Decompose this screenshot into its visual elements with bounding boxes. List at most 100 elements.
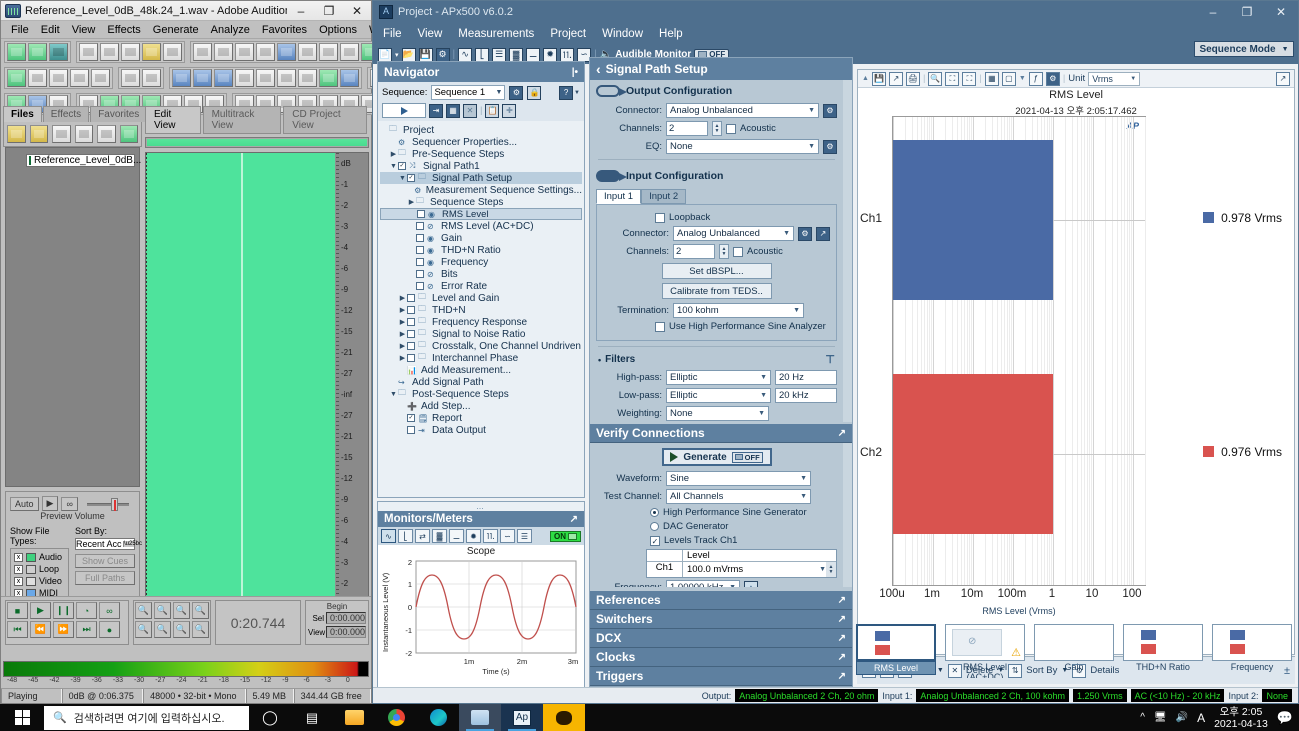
chevron-down-icon[interactable]: ▼ xyxy=(760,392,767,399)
tree-item-signal-path-setup[interactable]: ▼ ✓ 🗀 Signal Path Setup xyxy=(380,172,582,184)
file-explorer-icon[interactable] xyxy=(333,704,375,731)
sel-view-panel[interactable]: Begin Sel 0:00.000 View 0:00.000 xyxy=(305,600,369,645)
weighting-select[interactable]: None ▼ xyxy=(666,406,769,421)
toolbar-group-panels[interactable] xyxy=(169,67,362,89)
save-all-icon[interactable] xyxy=(163,43,182,61)
tree-item-rms-level[interactable]: ◉ RMS Level xyxy=(380,208,582,220)
multi-meter-icon[interactable]: ⒒ xyxy=(560,47,575,62)
monitors-meters-panel[interactable]: … Monitors/Meters ↗ ∿ ⎣ ⇄ ▓ ⚊ ✹ ⒒ ∽ ☰ ON xyxy=(377,501,585,690)
full-paths-button[interactable]: Full Paths xyxy=(75,571,135,585)
test-channel-select[interactable]: All Channels ▼ xyxy=(666,489,811,504)
ime-icon[interactable]: A xyxy=(1197,711,1205,725)
apx-menu-help[interactable]: Help xyxy=(659,28,683,40)
new-project-icon[interactable]: 📄 xyxy=(378,47,392,62)
undo-icon[interactable] xyxy=(193,43,212,61)
panel-popout-icon[interactable]: ↗ xyxy=(838,633,846,644)
multi-monitor-icon[interactable]: ⒒ xyxy=(483,529,498,543)
view-tabs[interactable]: Edit View Multitrack View CD Project View xyxy=(145,106,369,134)
fft-monitor-icon[interactable]: ▓ xyxy=(509,47,524,62)
monitors-on-toggle[interactable]: ON xyxy=(550,530,581,542)
bluetooth-monitor-icon[interactable]: ✹ xyxy=(466,529,481,543)
menu-item-view[interactable]: View xyxy=(66,23,102,37)
bar-meter-icon[interactable]: ☰ xyxy=(492,47,507,62)
hp-sine-generator-radio[interactable] xyxy=(650,508,659,517)
panel-tab-files[interactable]: Files xyxy=(3,106,42,122)
level-monitor-icon[interactable]: ⎣ xyxy=(398,529,413,543)
tree-checkbox[interactable]: ✓ xyxy=(407,414,415,422)
tree-checkbox[interactable] xyxy=(416,282,424,290)
file-type-video[interactable]: x Video xyxy=(14,576,65,586)
scissors-icon[interactable] xyxy=(298,43,317,61)
transport-buttons[interactable]: ■ ▶ ❙❙ ◔ ∞ ⏮ ⏪ ⏩ ⏭ ● xyxy=(5,600,129,645)
file-info-button[interactable] xyxy=(97,125,116,143)
run-sequence-button[interactable] xyxy=(382,103,426,118)
redo-icon[interactable] xyxy=(214,43,233,61)
paste-icon[interactable] xyxy=(340,43,359,61)
tree-item-post-sequence-steps[interactable]: ▼ 🗀 Post-Sequence Steps xyxy=(380,388,582,400)
scope-monitor-icon[interactable]: ∿ xyxy=(381,529,396,543)
measurement-thumbnail[interactable] xyxy=(1123,624,1203,661)
tree-checkbox[interactable] xyxy=(407,294,415,302)
bar-ch1[interactable] xyxy=(893,140,1053,300)
stop-icon[interactable]: ✕ xyxy=(463,103,477,118)
measurement-thumbnails[interactable]: RMS Level ⊘ ⚠ RMS Level (AC+DC) Gain THD+N Ra… xyxy=(856,624,1296,678)
panel-tab-effects[interactable]: Effects xyxy=(42,106,90,122)
menu-item-generate[interactable]: Generate xyxy=(147,23,205,37)
limits-icon[interactable]: ƒ xyxy=(1028,71,1043,86)
panel-popout-icon[interactable]: ↗ xyxy=(838,614,846,625)
play-to-end-button[interactable]: ◔ xyxy=(76,602,97,619)
chevron-down-icon[interactable]: ▼ xyxy=(783,230,790,237)
clock[interactable]: 오후 2:05 2021-04-13 xyxy=(1214,706,1268,730)
apx-close-button[interactable]: ✕ xyxy=(1264,1,1298,23)
panel-popout-icon[interactable]: ↗ xyxy=(838,652,846,663)
result-pane[interactable]: ▲ 💾 ↗ 🖨 | 🔍 ⛶ ⛶ | ▦ ▢ ▼ ƒ ⚙ | Unit Vrms … xyxy=(857,69,1295,655)
sequence-lock-icon[interactable]: 🔒 xyxy=(527,85,542,100)
panel-1-icon[interactable] xyxy=(172,69,191,87)
file-type-audio[interactable]: x Audio xyxy=(14,552,65,562)
scope-icon[interactable]: ⚊ xyxy=(526,47,541,62)
apx-menu-bar[interactable]: File View Measurements Project Window Help xyxy=(373,23,1298,45)
result-toolbar[interactable]: ▲ 💾 ↗ 🖨 | 🔍 ⛶ ⛶ | ▦ ▢ ▼ ƒ ⚙ | Unit Vrms … xyxy=(858,70,1294,88)
zoom-out-vertical-icon[interactable]: 🔍 xyxy=(154,621,171,638)
back-icon[interactable]: ‹ xyxy=(596,61,601,77)
collapsed-panel-dcx[interactable]: DCX ↗ xyxy=(590,629,852,648)
level-meter[interactable] xyxy=(3,661,369,677)
close-file-button[interactable] xyxy=(29,125,48,143)
panel-tab-favorites[interactable]: Favorites xyxy=(90,106,148,122)
panel-popout-icon[interactable]: ↗ xyxy=(838,595,846,606)
audition-icon[interactable] xyxy=(459,704,501,731)
auto-play-button[interactable]: Auto xyxy=(10,496,39,511)
output-connector-select[interactable]: Analog Unbalanced ▼ xyxy=(666,103,819,118)
signal-monitor-icon[interactable]: ∿ xyxy=(458,47,473,62)
input-connector-select[interactable]: Analog Unbalanced ▼ xyxy=(673,226,794,241)
navigator-panel[interactable]: Navigator |• Sequence: Sequence 1 ▼ ⚙ 🔒 … xyxy=(377,61,585,498)
list-monitor-icon[interactable]: ☰ xyxy=(517,529,532,543)
pause-button[interactable]: ❙❙ xyxy=(53,602,74,619)
measurement-tab-thd-n-ratio[interactable]: THD+N Ratio xyxy=(1123,624,1203,678)
output-eq-select[interactable]: None ▼ xyxy=(666,139,819,154)
rewind-start-button[interactable]: ⏮ xyxy=(7,621,28,638)
bar-monitor-icon[interactable]: ⚊ xyxy=(449,529,464,543)
trim-icon[interactable] xyxy=(319,43,338,61)
input-tab-1[interactable]: Input 1 xyxy=(596,189,642,204)
apx-maximize-button[interactable]: ❐ xyxy=(1230,1,1264,23)
apx500-window[interactable]: Project - APx500 v6.0.2 – ❐ ✕ File View Me… xyxy=(372,0,1299,704)
save-file-icon[interactable] xyxy=(121,43,140,61)
audition-window-controls[interactable]: – ❐ ✕ xyxy=(287,1,371,20)
waveform-monitor-icon[interactable]: ∽ xyxy=(500,529,515,543)
save-project-icon[interactable]: 💾 xyxy=(418,47,433,62)
menu-item-file[interactable]: File xyxy=(5,23,35,37)
settings-icon[interactable]: ⚙ xyxy=(1045,71,1060,86)
checkbox[interactable]: x xyxy=(14,564,23,574)
insert-multitrack-button[interactable] xyxy=(52,125,71,143)
output-eq-settings-icon[interactable]: ⚙ xyxy=(823,139,837,154)
audition-minimize-button[interactable]: – xyxy=(287,1,315,20)
tree-arrow-icon[interactable]: ▼ xyxy=(389,391,398,398)
pan-display-icon[interactable] xyxy=(70,69,89,87)
tree-item-crosstalk-one-channel-undriven[interactable]: ▶ 🗀 Crosstalk, One Channel Undriven xyxy=(380,340,582,352)
chevron-down-icon[interactable]: ▼ xyxy=(574,90,580,96)
tree-checkbox[interactable] xyxy=(416,234,424,242)
cortana-icon[interactable]: ◯ xyxy=(249,704,291,731)
measurement-thumbnail[interactable] xyxy=(1212,624,1292,661)
waveform-display[interactable]: dB -1 -2 -3 -4 -6 -9 -12 -15 -21 -27 -inf -27 -21 -15 -… xyxy=(145,152,369,624)
